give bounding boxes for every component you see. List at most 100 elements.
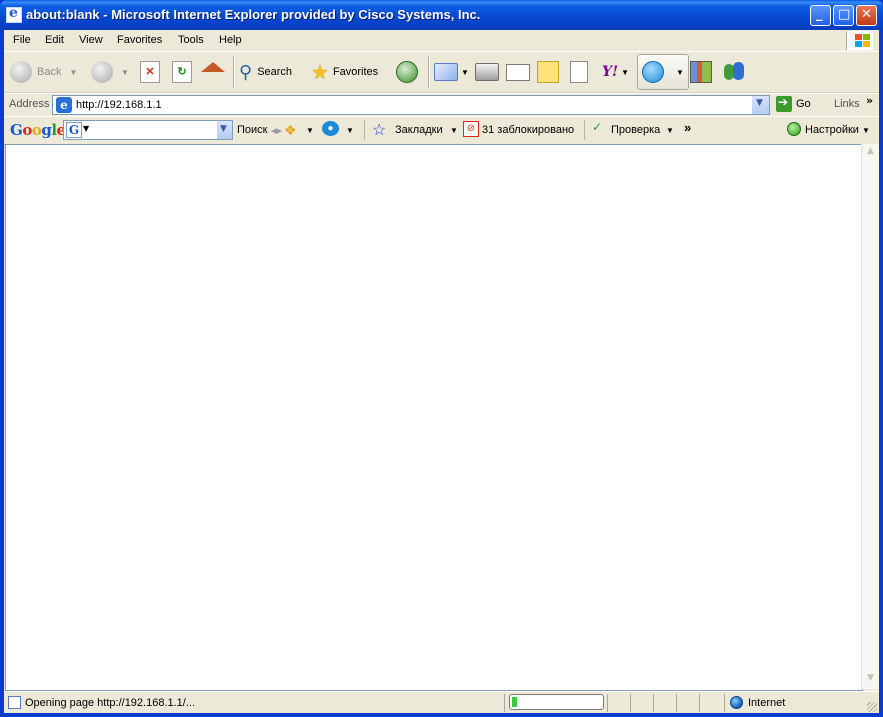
favorites-button[interactable]: ★ Favorites	[311, 58, 378, 86]
resize-handle-icon[interactable]: ◂▸	[271, 124, 282, 137]
forward-button[interactable]: ▼	[91, 58, 129, 86]
search-button[interactable]: ⚲ Search	[239, 58, 292, 86]
googlebar-overflow-chevron-icon[interactable]: »	[684, 120, 691, 135]
history-button[interactable]	[396, 58, 418, 86]
windows-flag-yellow	[863, 41, 870, 47]
menu-edit[interactable]: Edit	[45, 34, 64, 46]
favorites-label: Favorites	[332, 66, 379, 78]
browser-window: about:blank - Microsoft Internet Explore…	[0, 0, 883, 717]
minimize-icon: _	[816, 7, 823, 22]
mail-icon	[434, 63, 458, 81]
chat-dropdown-icon[interactable]: ▼	[346, 126, 354, 135]
bookmarks-button[interactable]: Закладки	[395, 124, 443, 136]
back-icon	[10, 61, 32, 83]
ie-icon	[6, 5, 22, 23]
maximize-button[interactable]: □	[833, 5, 854, 26]
skype-button[interactable]: ▼	[637, 54, 689, 90]
maximize-icon: □	[838, 7, 851, 22]
popup-blocked-count[interactable]: 31 заблокировано	[482, 124, 574, 136]
scroll-down-icon[interactable]: ▼	[864, 673, 877, 687]
resize-grip[interactable]	[867, 702, 877, 712]
standard-toolbar: Back ▼ ▼ ✕ ↻ ⚲ Search ★ Favorites ▼ Y! ▼…	[4, 52, 879, 93]
spellcheck-dropdown-icon[interactable]: ▼	[666, 126, 674, 135]
menu-bar: File Edit View Favorites Tools Help	[4, 30, 879, 52]
messenger-button[interactable]	[570, 58, 588, 86]
mail-dropdown-icon[interactable]: ▼	[461, 68, 469, 77]
security-zone[interactable]: Internet	[730, 696, 785, 709]
address-dropdown-button[interactable]: ▼	[751, 96, 769, 114]
google-logo[interactable]: Google	[10, 121, 66, 139]
settings-button[interactable]: Настройки	[805, 124, 859, 136]
stop-icon: ✕	[140, 61, 160, 83]
links-label[interactable]: Links	[834, 98, 860, 110]
address-label: Address	[9, 98, 50, 110]
close-icon: ✕	[861, 7, 872, 22]
title-bar[interactable]: about:blank - Microsoft Internet Explore…	[0, 0, 883, 30]
window-title: about:blank - Microsoft Internet Explore…	[26, 7, 481, 22]
menu-file[interactable]: File	[13, 34, 31, 46]
spellcheck-button[interactable]: Проверка	[611, 124, 660, 136]
edit-icon	[506, 63, 530, 81]
bookmarks-dropdown-icon[interactable]: ▼	[450, 126, 458, 135]
close-button[interactable]: ✕	[856, 5, 877, 26]
msn-messenger-button[interactable]	[724, 58, 746, 86]
progress-fill	[512, 697, 518, 707]
menu-view[interactable]: View	[79, 34, 103, 46]
research-button[interactable]	[690, 58, 712, 86]
menu-help[interactable]: Help	[219, 34, 242, 46]
bookmark-star-icon[interactable]: ☆	[372, 120, 386, 140]
windows-flag-green	[863, 34, 870, 40]
messenger-icon	[570, 61, 588, 83]
googlebar-separator	[584, 120, 585, 140]
google-news-icon[interactable]: ❖	[284, 122, 297, 139]
settings-status-icon[interactable]	[787, 122, 801, 136]
news-dropdown-icon[interactable]: ▼	[306, 126, 314, 135]
go-arrow-icon	[776, 95, 792, 112]
skype-dropdown-icon[interactable]: ▼	[676, 68, 684, 77]
yahoo-button[interactable]: Y! ▼	[602, 58, 629, 86]
google-search-input[interactable]: G ▼ ▼	[63, 120, 233, 140]
links-chevron-icon[interactable]: »	[866, 94, 873, 107]
google-g-dropdown-icon[interactable]: ▼	[83, 124, 89, 133]
settings-dropdown-icon[interactable]: ▼	[862, 126, 870, 135]
address-url: http://192.168.1.1	[76, 99, 162, 111]
refresh-button[interactable]: ↻	[172, 58, 192, 86]
address-bar: Address e http://192.168.1.1 ▼ Go Links …	[4, 93, 879, 117]
status-divider	[676, 694, 677, 712]
status-divider	[630, 694, 631, 712]
google-search-button[interactable]: Поиск	[237, 124, 267, 136]
page-loading-icon	[8, 696, 21, 709]
history-icon	[396, 61, 418, 83]
page-content[interactable]	[5, 144, 863, 691]
vertical-scrollbar[interactable]: ▲ ▼	[861, 144, 879, 689]
yahoo-dropdown-icon[interactable]: ▼	[621, 68, 629, 77]
search-icon: ⚲	[239, 61, 253, 82]
back-button[interactable]: Back ▼	[10, 58, 77, 86]
menu-tools[interactable]: Tools	[178, 34, 204, 46]
spellcheck-icon[interactable]: ✓	[592, 120, 602, 134]
back-label: Back	[37, 66, 62, 78]
mail-button[interactable]: ▼	[434, 58, 469, 86]
back-dropdown-icon[interactable]: ▼	[69, 68, 77, 77]
status-divider	[724, 694, 725, 712]
google-search-dropdown[interactable]: ▼	[217, 121, 232, 139]
forward-dropdown-icon[interactable]: ▼	[121, 68, 129, 77]
menu-favorites[interactable]: Favorites	[117, 34, 162, 46]
discuss-button[interactable]	[537, 58, 559, 86]
home-button[interactable]	[201, 58, 225, 86]
scroll-up-icon[interactable]: ▲	[864, 146, 877, 160]
minimize-button[interactable]: _	[810, 5, 831, 26]
address-input[interactable]: e http://192.168.1.1 ▼	[52, 95, 770, 115]
forward-icon	[91, 61, 113, 83]
google-g-icon[interactable]: G	[66, 122, 82, 138]
go-label: Go	[796, 98, 811, 110]
googlebar-separator	[364, 120, 365, 140]
toolbar-separator	[233, 56, 235, 88]
popup-blocker-icon[interactable]: ⊘	[463, 121, 479, 137]
go-button[interactable]: Go	[776, 95, 811, 112]
chat-bubble-icon[interactable]: ●	[322, 121, 339, 136]
stop-button[interactable]: ✕	[140, 58, 160, 86]
edit-button[interactable]	[506, 58, 530, 86]
google-toolbar: Google G ▼ ▼ Поиск ◂▸ ❖ ▼ ● ▼ ☆ Закладки…	[4, 116, 879, 145]
print-button[interactable]	[475, 58, 499, 86]
